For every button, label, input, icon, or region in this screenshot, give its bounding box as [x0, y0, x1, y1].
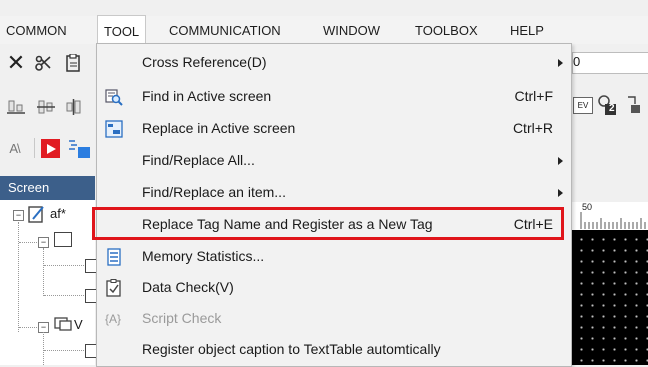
tool-dropdown-menu: Cross Reference(D) Find in Active screen…: [92, 43, 572, 367]
paste-icon[interactable]: [64, 52, 84, 74]
tree-node-prefix: V: [74, 317, 83, 332]
menu-item-script-check[interactable]: {A} Script Check: [97, 303, 571, 334]
menu-item-label: Find/Replace an item...: [142, 184, 286, 200]
frame-icon[interactable]: [54, 232, 72, 247]
tree-line: [19, 242, 37, 243]
menu-communication[interactable]: COMMUNICATION: [169, 16, 281, 44]
menu-tool[interactable]: TOOL: [97, 15, 147, 44]
tree-line: [44, 295, 84, 296]
delete-icon[interactable]: ✕: [6, 50, 26, 75]
menu-item-label: Find/Replace All...: [142, 152, 255, 168]
zoom-field[interactable]: 0: [572, 52, 648, 74]
tree-line: [44, 265, 84, 266]
menu-help[interactable]: HELP: [510, 16, 544, 44]
menu-item-label: Find in Active screen: [142, 88, 272, 104]
submenu-arrow-icon: [558, 157, 563, 165]
script-icon: {A}: [105, 312, 122, 326]
transfer-icon[interactable]: [66, 136, 92, 160]
ev-label: EV: [577, 101, 589, 110]
cut-icon[interactable]: [34, 52, 54, 74]
checklist-icon: [105, 279, 123, 297]
replace-icon: [105, 120, 123, 138]
tree-line: [43, 248, 44, 296]
menu-item-replace-active-screen[interactable]: Replace in Active screen Ctrl+R: [97, 113, 571, 144]
object-icon[interactable]: [624, 94, 644, 116]
screen-icon[interactable]: [28, 204, 46, 224]
menu-item-label: Memory Statistics...: [142, 248, 265, 264]
menu-item-shortcut: Ctrl+F: [514, 88, 554, 104]
menu-item-label: Data Check(V): [142, 279, 234, 295]
tree-line: [44, 350, 84, 351]
tree-collapse-toggle[interactable]: −: [13, 210, 24, 221]
submenu-arrow-icon: [558, 59, 563, 67]
page-2-icon[interactable]: 2: [596, 94, 618, 116]
memory-icon: [105, 248, 123, 266]
run-simulation-icon[interactable]: [41, 139, 60, 158]
tree-collapse-toggle[interactable]: −: [38, 237, 49, 248]
menu-item-data-check[interactable]: Data Check(V): [97, 272, 571, 303]
align-bottom-icon[interactable]: [6, 97, 26, 117]
menu-toolbox[interactable]: TOOLBOX: [415, 16, 478, 44]
layer-icon[interactable]: A \: [4, 138, 26, 158]
menu-item-find-replace-all[interactable]: Find/Replace All...: [97, 145, 571, 176]
menu-item-label: Replace in Active screen: [142, 120, 296, 136]
menu-item-replace-tag-name[interactable]: Replace Tag Name and Register as a New T…: [92, 207, 571, 240]
align-center-icon[interactable]: [64, 97, 84, 117]
tree-line: [19, 327, 37, 328]
submenu-arrow-icon: [558, 189, 563, 197]
menu-item-label: Script Check: [142, 310, 222, 326]
menu-item-cross-reference[interactable]: Cross Reference(D): [97, 47, 571, 78]
zoom-field-value: 0: [573, 54, 581, 69]
menu-common[interactable]: COMMON: [6, 16, 67, 44]
menu-item-label: Register object caption to TextTable aut…: [142, 341, 441, 357]
screen-panel-title: Screen: [8, 180, 50, 195]
menu-item-label: Cross Reference(D): [142, 54, 267, 70]
window-group-icon[interactable]: [54, 316, 72, 332]
menu-bar: COMMON TOOL COMMUNICATION WINDOW TOOLBOX…: [0, 15, 648, 44]
menu-item-memory-statistics[interactable]: Memory Statistics...: [97, 241, 571, 272]
screen-tree: − af* − − V: [0, 200, 97, 365]
menu-item-shortcut: Ctrl+R: [512, 120, 553, 136]
tree-line: [43, 332, 44, 365]
screen-canvas[interactable]: [572, 230, 648, 365]
menu-item-find-active-screen[interactable]: Find in Active screen Ctrl+F: [97, 81, 571, 112]
menu-item-register-caption[interactable]: Register object caption to TextTable aut…: [97, 334, 571, 365]
page-2-label: 2: [609, 103, 615, 114]
ev-icon[interactable]: EV: [573, 97, 593, 114]
menu-window[interactable]: WINDOW: [323, 16, 380, 44]
toolbar-divider: [34, 138, 35, 158]
horizontal-ruler: 50: [572, 202, 648, 231]
find-icon: [105, 88, 123, 106]
align-middle-icon[interactable]: [36, 97, 56, 117]
screen-panel-header: Screen: [0, 176, 95, 200]
menu-item-find-replace-item[interactable]: Find/Replace an item...: [97, 177, 571, 208]
tree-line: [18, 222, 19, 332]
highlight-box: [92, 207, 564, 240]
tree-root-label[interactable]: af*: [50, 206, 66, 221]
ruler-ticks: [580, 212, 646, 229]
